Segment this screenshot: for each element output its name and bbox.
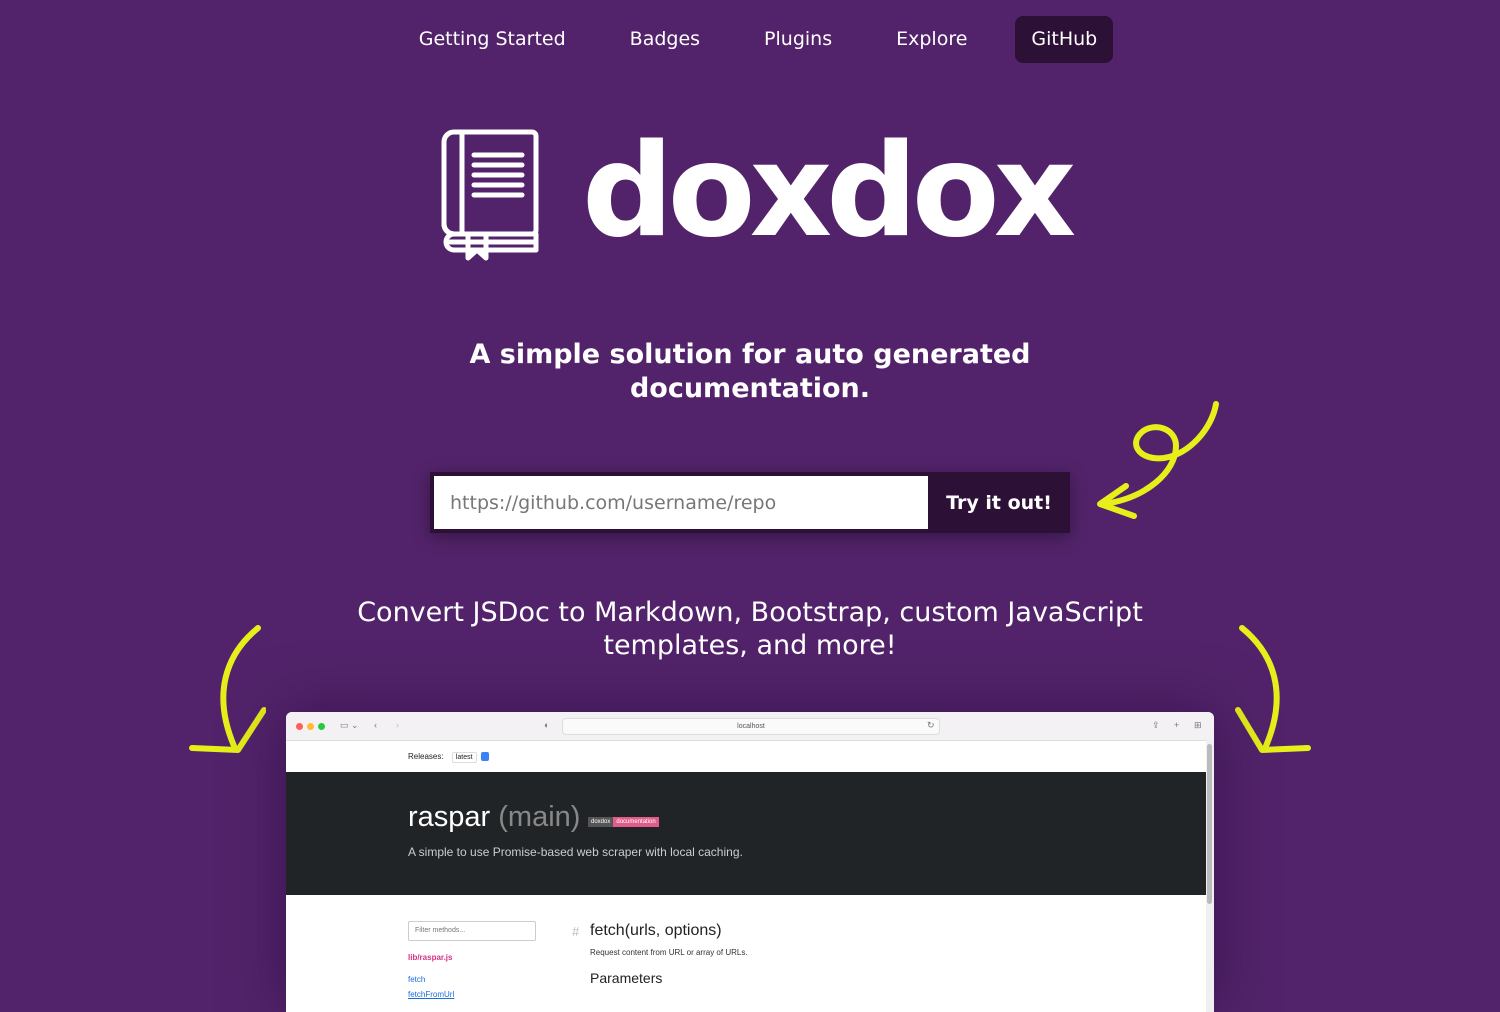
select-caret-icon [480, 752, 489, 762]
hero-subline: Convert JSDoc to Markdown, Bootstrap, cu… [357, 597, 1143, 661]
nav-explore[interactable]: Explore [880, 16, 983, 63]
doxdox-badge: doxdox documentation [588, 817, 659, 827]
sidebar-link-fetch: fetch [408, 975, 426, 984]
nav-plugins[interactable]: Plugins [748, 16, 848, 63]
parameters-heading: Parameters [590, 970, 663, 986]
scroll-thumb [1207, 744, 1212, 904]
brand-logo: doxdox [440, 122, 1080, 268]
maximize-dot-icon [318, 723, 325, 730]
curved-arrow-left-icon [189, 625, 266, 753]
project-description: A simple to use Promise-based web scrape… [408, 845, 743, 859]
nav-badges[interactable]: Badges [614, 16, 716, 63]
filter-methods-input: Filter methods... [408, 921, 536, 941]
sidebar-link-fetch-from-url: fetchFromUrl [408, 990, 455, 999]
hero-tagline: A simple solution for auto generated doc… [469, 339, 1031, 404]
try-it-out-button[interactable]: Try it out! [928, 472, 1070, 533]
badge-right: documentation [613, 817, 659, 827]
try-form: Try it out! [430, 472, 1070, 533]
nav-github[interactable]: GitHub [1015, 16, 1114, 63]
method-title: fetch(urls, options) [590, 922, 722, 939]
project-name: raspar [408, 801, 491, 833]
book-icon [441, 129, 539, 261]
shield-icon: ◐ [544, 720, 550, 730]
sidebar-icon: ▭ ⌄ [340, 720, 359, 730]
doc-header: raspar (main) doxdox documentation A sim… [286, 772, 1206, 895]
project-title: raspar (main) [408, 801, 580, 834]
releases-label: Releases: [408, 752, 444, 761]
top-nav: Getting Started Badges Plugins Explore G… [0, 16, 1500, 63]
preview-scrollbar [1206, 740, 1214, 1012]
minimize-dot-icon [307, 723, 314, 730]
releases-value: latest [451, 752, 477, 763]
anchor-hash-icon: # [572, 924, 580, 939]
close-dot-icon [296, 723, 303, 730]
project-branch: (main) [498, 801, 581, 833]
badge-left: doxdox [588, 817, 614, 827]
forward-icon: › [396, 720, 399, 730]
releases-selector: Releases: latest [408, 752, 489, 763]
back-icon: ‹ [374, 720, 377, 730]
method-description: Request content from URL or array of URL… [590, 948, 748, 957]
brand-name: doxdox [582, 117, 1076, 266]
browser-toolbar: ▭ ⌄ ‹ › ◐ localhost ↻ ⇪ + ⊞ [286, 712, 1214, 741]
share-icon: ⇪ [1152, 720, 1160, 730]
nav-getting-started[interactable]: Getting Started [403, 16, 582, 63]
reload-icon: ↻ [927, 720, 935, 730]
tabs-overview-icon: ⊞ [1194, 720, 1202, 730]
new-tab-icon: + [1174, 720, 1180, 730]
repo-url-input[interactable] [434, 476, 928, 529]
url-bar: localhost [562, 718, 940, 735]
preview-screenshot: ▭ ⌄ ‹ › ◐ localhost ↻ ⇪ + ⊞ Releases: la… [286, 712, 1214, 1012]
curved-arrow-right-icon [1235, 625, 1311, 753]
squiggle-arrow-icon [1097, 401, 1219, 519]
sidebar-file: lib/raspar.js [408, 953, 453, 962]
